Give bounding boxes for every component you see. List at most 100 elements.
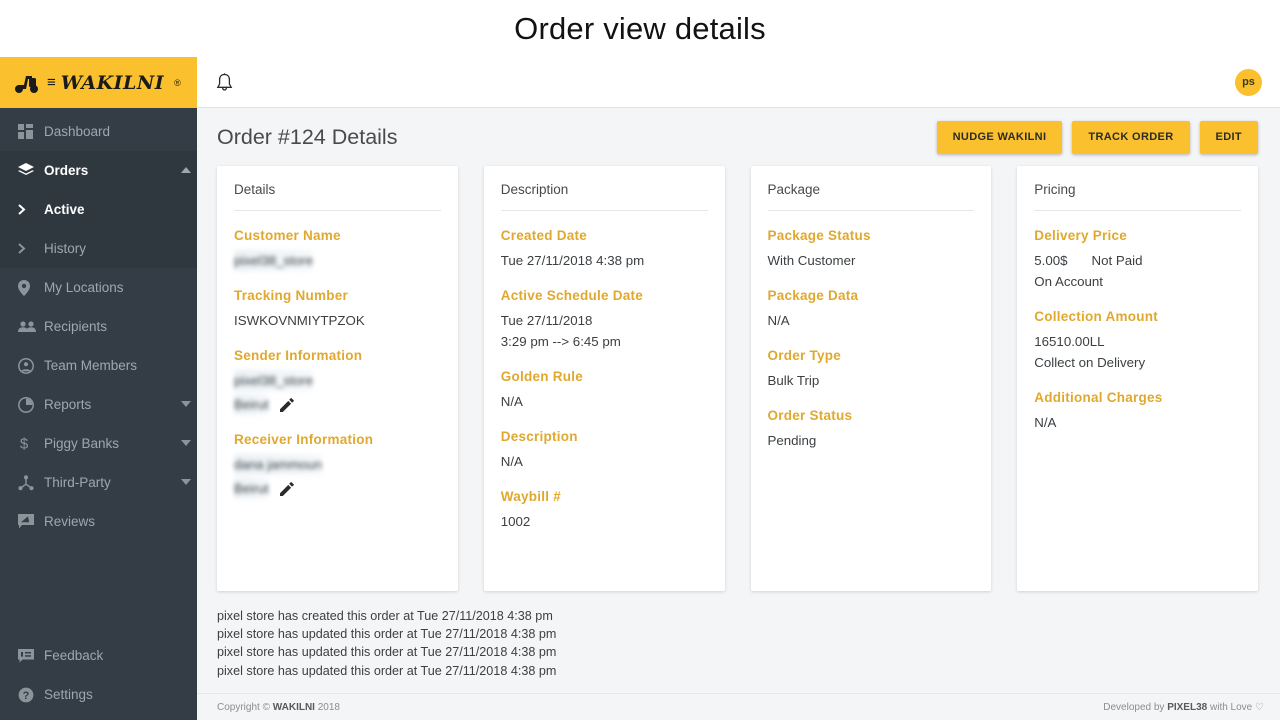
chevron-right-icon [18,204,44,215]
package-card: Package Package Status With Customer Pac… [750,166,992,591]
sidebar-item-label: Dashboard [44,124,111,139]
divider [500,210,708,211]
track-order-button[interactable]: TRACK ORDER [1072,120,1190,154]
field-label: Customer Name [234,228,341,243]
account-circle-icon [18,357,44,374]
map-pin-icon [18,279,44,296]
sidebar-item-label: Reports [44,397,92,412]
avatar[interactable]: ps [1235,68,1262,96]
field-tracking-number: Tracking Number ISWKOVNMIYTPZOK [234,288,441,331]
card-title: Description [500,182,569,197]
sidebar-item-label: Reviews [44,514,96,529]
receiver-location-row: Beirut [234,478,441,499]
field-label: Order Type [767,348,842,363]
sidebar-item-team-members[interactable]: Team Members [0,346,197,385]
sidebar-nav: Dashboard Orders Active History My Locat… [0,108,197,636]
footer-copyright-prefix: Copyright © [217,701,273,713]
chevron-down-icon [175,479,197,486]
divider [767,210,975,211]
pencil-icon[interactable] [279,481,294,496]
sidebar-item-label: Third-Party [44,475,111,490]
field-order-status: Order Status Pending [768,408,975,451]
field-label: Order Status [767,408,853,423]
share-nodes-icon [18,474,44,491]
divider [234,210,441,211]
sender-name: pixel38_store [234,370,314,391]
sidebar-item-label: Active [44,202,85,217]
field-value: N/A [767,313,790,328]
field-value: N/A [500,394,523,409]
delivery-price-row: 5.00$ Not Paid [1034,250,1241,271]
divider [1034,210,1241,211]
sidebar-item-reports[interactable]: Reports [0,385,197,424]
footer-copyright-brand: WAKILNI [272,701,315,713]
footer-copyright: Copyright © WAKILNI 2018 [217,702,340,713]
footer-copyright-year: 2018 [314,701,340,713]
edit-button[interactable]: EDIT [1199,120,1258,154]
footer-credit-prefix: Developed by [1103,701,1168,713]
field-description: Description N/A [501,429,708,472]
pencil-icon[interactable] [279,397,294,412]
field-label: Receiver Information [234,432,374,447]
dollar-icon: $ [18,435,44,453]
sidebar-item-label: Piggy Banks [44,436,120,451]
field-value: 1002 [500,514,531,529]
sidebar: ≡ WAKILNI ® Dashboard Orders Active Hist… [0,57,197,720]
sidebar-item-history[interactable]: History [0,229,197,268]
sidebar-item-label: Team Members [44,358,138,373]
receiver-location: Beirut [234,478,269,499]
sidebar-item-label: Recipients [44,319,108,334]
sidebar-item-recipients[interactable]: Recipients [0,307,197,346]
sidebar-item-piggy-banks[interactable]: $ Piggy Banks [0,424,197,463]
notification-bell-icon[interactable] [211,69,237,95]
comment-icon [18,648,44,663]
delivery-price-terms: On Account [1034,274,1103,289]
activity-log-entry: pixel store has updated this order at Tu… [217,645,557,660]
field-golden-rule: Golden Rule N/A [501,369,708,412]
content-header: Order #124 Details NUDGE WAKILNI TRACK O… [197,108,1280,166]
field-label: Description [500,429,578,444]
page-banner-title: Order view details [514,10,766,46]
sidebar-item-dashboard[interactable]: Dashboard [0,112,197,151]
sidebar-item-orders[interactable]: Orders [0,151,197,190]
sidebar-item-third-party[interactable]: Third-Party [0,463,197,502]
field-delivery-price: Delivery Price 5.00$ Not Paid On Account [1034,228,1241,292]
sender-location-row: Beirut [234,394,441,415]
details-card: Details Customer Name pixel38_store Trac… [217,166,458,591]
people-icon [18,320,44,333]
field-label: Delivery Price [1034,228,1128,243]
field-label: Golden Rule [500,369,584,384]
sidebar-item-feedback[interactable]: Feedback [0,636,197,675]
field-receiver-information: Receiver Information dana jammoun Beirut [234,432,441,499]
main-content: Order #124 Details NUDGE WAKILNI TRACK O… [197,108,1280,720]
chevron-right-icon [18,243,44,254]
footer: Copyright © WAKILNI 2018 Developed by PI… [197,693,1280,720]
footer-credit-suffix: with Love ♡ [1207,701,1264,713]
help-circle-icon: ? [18,687,44,703]
card-title: Package [767,182,821,197]
scooter-icon [14,72,40,94]
field-label: Created Date [500,228,588,243]
app-root: Order view details ≡ WAKILNI ® Dashboard… [0,0,1280,720]
sidebar-item-label: Feedback [44,648,104,663]
sidebar-item-label: Settings [44,687,93,702]
sidebar-item-active[interactable]: Active [0,190,197,229]
nudge-wakilni-button[interactable]: NUDGE WAKILNI [936,120,1063,154]
speed-lines-icon: ≡ [47,74,56,91]
schedule-date: Tue 27/11/2018 [500,313,593,328]
field-waybill: Waybill # 1002 [501,489,708,532]
sidebar-item-reviews[interactable]: Reviews [0,502,197,541]
activity-log-entry: pixel store has updated this order at Tu… [217,663,557,678]
sidebar-item-settings[interactable]: ? Settings [0,675,197,714]
field-value: ISWKOVNMIYTPZOK [234,313,365,328]
activity-log-entry: pixel store has updated this order at Tu… [217,627,557,642]
delivery-price-paid-status: Not Paid [1091,253,1143,268]
sidebar-item-my-locations[interactable]: My Locations [0,268,197,307]
brand-logo-block[interactable]: ≡ WAKILNI ® [0,57,197,108]
field-value: Bulk Trip [767,373,820,388]
footer-credit: Developed by PIXEL38 with Love ♡ [1103,702,1264,713]
field-label: Waybill # [500,489,562,504]
sidebar-group-orders: Orders Active History [0,151,197,268]
field-value: Tue 27/11/2018 4:38 pm [500,253,645,268]
sidebar-item-label: History [44,241,87,256]
